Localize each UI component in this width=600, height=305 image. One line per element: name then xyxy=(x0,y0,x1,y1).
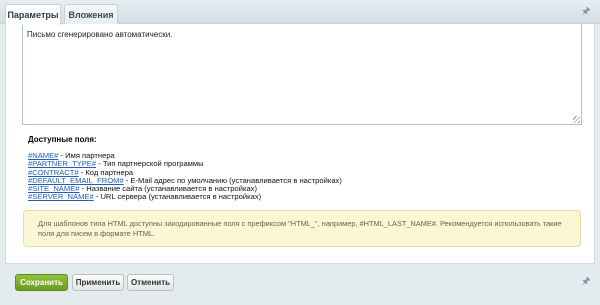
pin-icon[interactable]: 🖈 xyxy=(581,276,591,288)
html-fields-note: Для шаблонов типа HTML доступны закодиро… xyxy=(23,210,581,247)
resize-handle[interactable] xyxy=(573,116,580,123)
save-button[interactable]: Сохранить xyxy=(15,274,68,291)
field-link-server-name[interactable]: #SERVER_NAME# xyxy=(28,192,94,201)
content-panel: Письмо сгенерировано автоматически. Дост… xyxy=(5,24,595,264)
apply-button[interactable]: Применить xyxy=(72,274,124,291)
cancel-button[interactable]: Отменить xyxy=(127,274,174,291)
message-body-textarea[interactable]: Письмо сгенерировано автоматически. xyxy=(22,24,582,125)
field-desc: - URL сервера (устанавливается в настрой… xyxy=(93,192,262,202)
available-fields-list: #NAME# - Имя партнера #PARTNER_TYPE# - Т… xyxy=(28,151,342,202)
tab-parameters[interactable]: Параметры xyxy=(5,4,61,25)
tab-attachments[interactable]: Вложения xyxy=(64,4,118,25)
tab-bar: Параметры Вложения 🖈 xyxy=(0,0,600,25)
message-body-text: Письмо сгенерировано автоматически. xyxy=(27,30,173,39)
available-fields-title: Доступные поля: xyxy=(28,135,97,144)
list-item: #SERVER_NAME# - URL сервера (устанавлива… xyxy=(28,193,342,201)
pin-icon[interactable]: 🖈 xyxy=(581,6,591,18)
